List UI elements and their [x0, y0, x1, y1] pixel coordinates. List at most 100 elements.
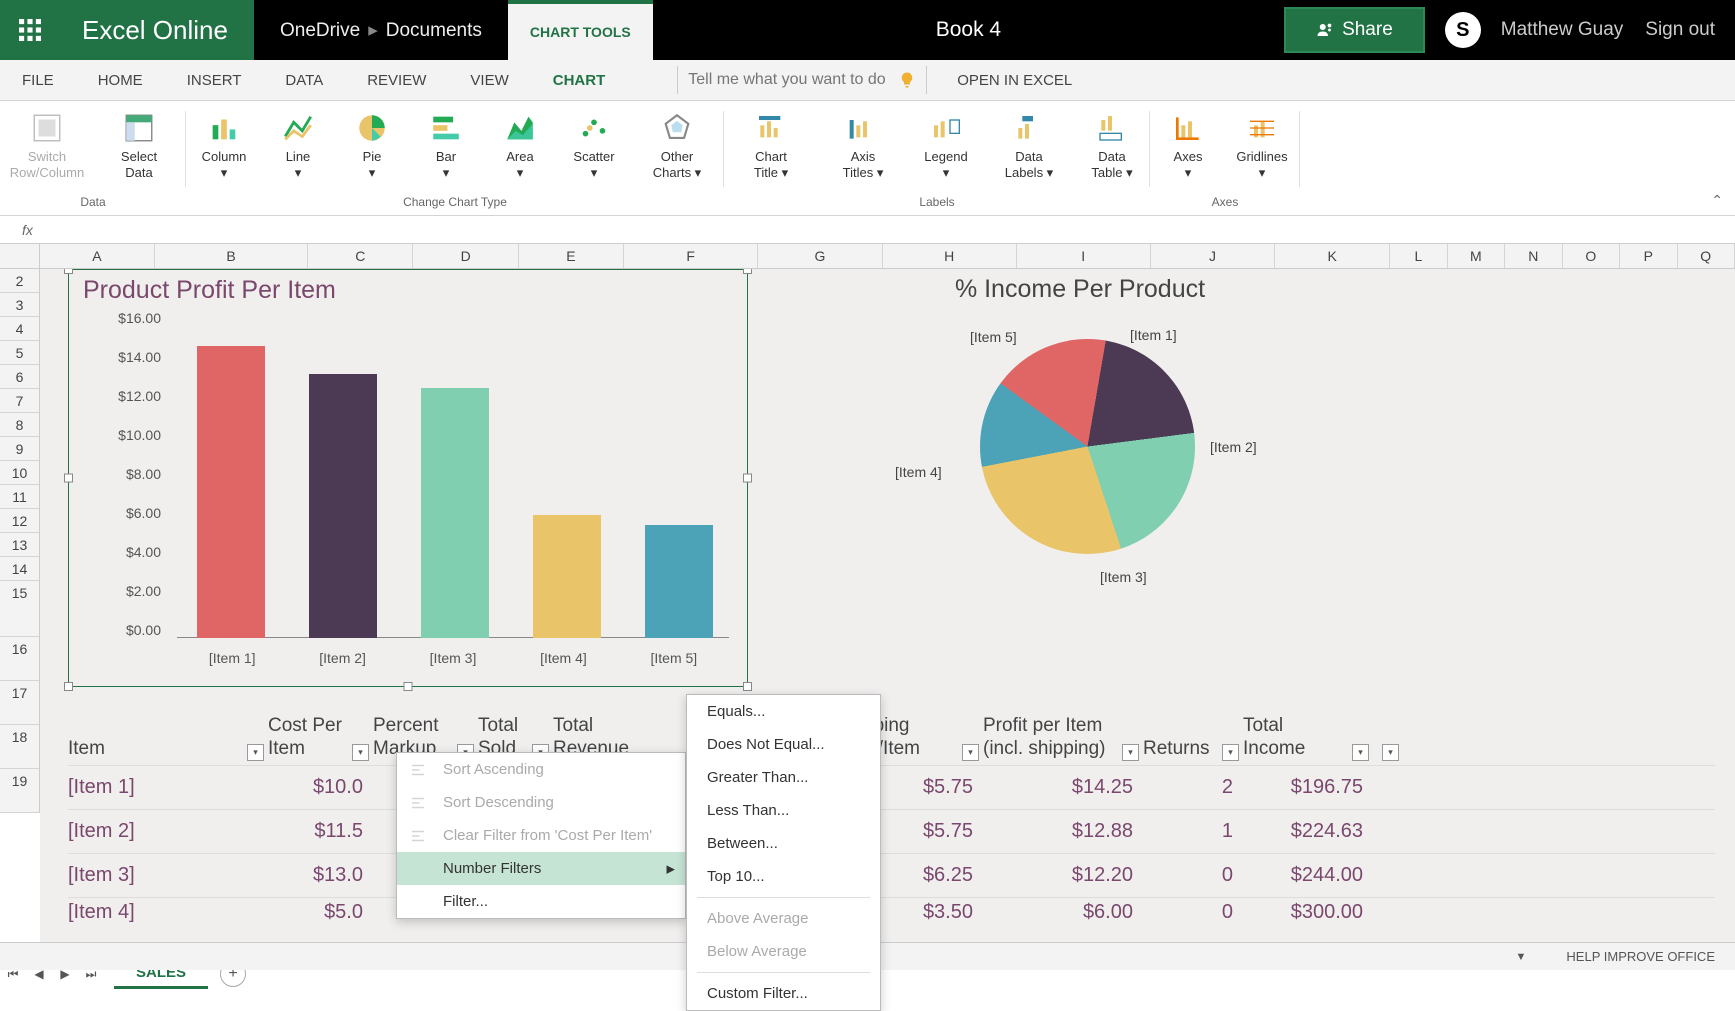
select-all-corner[interactable] — [0, 244, 40, 269]
table-row[interactable]: [Item 1]$10.0$5.75$14.252$196.75 — [68, 765, 1715, 809]
col-header[interactable]: A — [40, 244, 155, 268]
table-row[interactable]: [Item 3]$13.0$6.25$12.200$244.00 — [68, 853, 1715, 897]
filter-button[interactable]: ▾ — [1122, 744, 1139, 761]
ribbon-axes[interactable]: Axes▾ — [1158, 111, 1218, 182]
skype-icon[interactable]: S — [1445, 12, 1481, 48]
col-header[interactable]: L — [1390, 244, 1447, 268]
bar — [645, 525, 713, 638]
col-header[interactable]: J — [1151, 244, 1275, 268]
row-header[interactable]: 5 — [0, 341, 39, 365]
bar-chart[interactable]: Product Profit Per Item $16.00$14.00$12.… — [68, 269, 748, 687]
row-headers[interactable]: 2345678910111213141516171819 — [0, 269, 40, 813]
col-header[interactable]: P — [1620, 244, 1677, 268]
filter-button[interactable]: ▾ — [352, 744, 369, 761]
ribbon-area[interactable]: Area▾ — [490, 111, 550, 182]
row-header[interactable]: 12 — [0, 509, 39, 533]
col-header[interactable]: N — [1505, 244, 1562, 268]
tell-me-input[interactable] — [688, 71, 888, 89]
ribbon-scatter[interactable]: Scatter▾ — [564, 111, 624, 182]
col-header[interactable]: B — [155, 244, 308, 268]
col-header[interactable]: H — [883, 244, 1017, 268]
col-header[interactable]: C — [308, 244, 413, 268]
table-row[interactable]: [Item 4]$5.0$3.50$6.000$300.00 — [68, 897, 1715, 927]
col-header[interactable]: G — [758, 244, 882, 268]
tab-home[interactable]: HOME — [76, 72, 165, 89]
collapse-ribbon-icon[interactable]: ⌃ — [1711, 192, 1723, 209]
ribbon-other-charts[interactable]: OtherCharts ▾ — [638, 111, 716, 182]
menu-item[interactable]: Filter... — [397, 885, 685, 918]
sheet-canvas[interactable]: Product Profit Per Item $16.00$14.00$12.… — [40, 269, 1735, 989]
user-name[interactable]: Matthew Guay — [1501, 19, 1624, 41]
bar-chart-plot — [177, 310, 729, 638]
document-title[interactable]: Book 4 — [653, 18, 1284, 42]
filter-button[interactable]: ▾ — [1382, 744, 1399, 761]
col-header[interactable]: D — [413, 244, 518, 268]
tab-file[interactable]: FILE — [0, 72, 76, 89]
row-header[interactable]: 7 — [0, 389, 39, 413]
row-header[interactable]: 18 — [0, 725, 39, 769]
ribbon-pie[interactable]: Pie▾ — [342, 111, 402, 182]
ribbon-select-data[interactable]: SelectData — [100, 111, 178, 182]
filter-button[interactable]: ▾ — [1352, 744, 1369, 761]
row-header[interactable]: 10 — [0, 461, 39, 485]
ribbon-data-labels[interactable]: DataLabels ▾ — [990, 111, 1068, 182]
row-header[interactable]: 14 — [0, 557, 39, 581]
row-header[interactable]: 9 — [0, 437, 39, 461]
col-header[interactable]: F — [624, 244, 758, 268]
col-header[interactable]: M — [1448, 244, 1505, 268]
filter-button[interactable]: ▾ — [1222, 744, 1239, 761]
status-menu-icon[interactable]: ▼ — [1516, 951, 1527, 963]
row-header[interactable]: 8 — [0, 413, 39, 437]
chart-tools-tab[interactable]: CHART TOOLS — [508, 0, 653, 60]
sign-out-link[interactable]: Sign out — [1645, 19, 1715, 41]
ribbon-axis-titles[interactable]: AxisTitles ▾ — [824, 111, 902, 182]
menu-item[interactable]: Greater Than... — [687, 761, 880, 794]
filter-button[interactable]: ▾ — [247, 744, 264, 761]
col-header[interactable]: Q — [1678, 244, 1735, 268]
menu-item[interactable]: Between... — [687, 827, 880, 860]
column-headers[interactable]: ABCDEFGHIJKLMNOPQ — [40, 244, 1735, 269]
col-header[interactable]: I — [1017, 244, 1151, 268]
row-header[interactable]: 6 — [0, 365, 39, 389]
formula-bar[interactable]: fx — [0, 216, 1735, 244]
help-improve-link[interactable]: HELP IMPROVE OFFICE — [1566, 949, 1715, 964]
ribbon-column[interactable]: Column▾ — [194, 111, 254, 182]
row-header[interactable]: 16 — [0, 637, 39, 681]
tab-view[interactable]: VIEW — [448, 72, 530, 89]
tab-chart[interactable]: CHART — [531, 72, 628, 89]
row-header[interactable]: 11 — [0, 485, 39, 509]
row-header[interactable]: 13 — [0, 533, 39, 557]
brand-label[interactable]: Excel Online — [60, 0, 254, 60]
menu-item[interactable]: Custom Filter... — [687, 977, 880, 1010]
table-row[interactable]: [Item 2]$11.5$5.75$12.881$224.63 — [68, 809, 1715, 853]
row-header[interactable]: 15 — [0, 581, 39, 637]
ribbon-chart-title[interactable]: ChartTitle ▾ — [732, 111, 810, 182]
open-in-excel-link[interactable]: OPEN IN EXCEL — [957, 72, 1072, 89]
share-button[interactable]: Share — [1284, 7, 1425, 53]
pie-chart[interactable]: % Income Per Product [Item 1] [Item 2] [… — [780, 269, 1380, 687]
row-header[interactable]: 3 — [0, 293, 39, 317]
ribbon-gridlines[interactable]: Gridlines▾ — [1232, 111, 1292, 182]
row-header[interactable]: 2 — [0, 269, 39, 293]
app-launcher-icon[interactable] — [0, 0, 60, 60]
ribbon-data-table[interactable]: DataTable ▾ — [1082, 111, 1142, 182]
ribbon-bar[interactable]: Bar▾ — [416, 111, 476, 182]
menu-item[interactable]: Less Than... — [687, 794, 880, 827]
col-header[interactable]: K — [1275, 244, 1390, 268]
tab-data[interactable]: DATA — [263, 72, 345, 89]
menu-item[interactable]: Number Filters▶ — [397, 852, 685, 885]
row-header[interactable]: 19 — [0, 769, 39, 813]
col-header[interactable]: E — [519, 244, 624, 268]
menu-item[interactable]: Top 10... — [687, 860, 880, 893]
row-header[interactable]: 4 — [0, 317, 39, 341]
tab-insert[interactable]: INSERT — [165, 72, 264, 89]
ribbon-line[interactable]: Line▾ — [268, 111, 328, 182]
row-header[interactable]: 17 — [0, 681, 39, 725]
menu-item[interactable]: Does Not Equal... — [687, 728, 880, 761]
col-header[interactable]: O — [1563, 244, 1620, 268]
filter-button[interactable]: ▾ — [962, 744, 979, 761]
ribbon-legend[interactable]: Legend▾ — [916, 111, 976, 182]
menu-item[interactable]: Equals... — [687, 695, 880, 728]
breadcrumb[interactable]: OneDrive▸Documents — [254, 19, 508, 42]
tab-review[interactable]: REVIEW — [345, 72, 448, 89]
